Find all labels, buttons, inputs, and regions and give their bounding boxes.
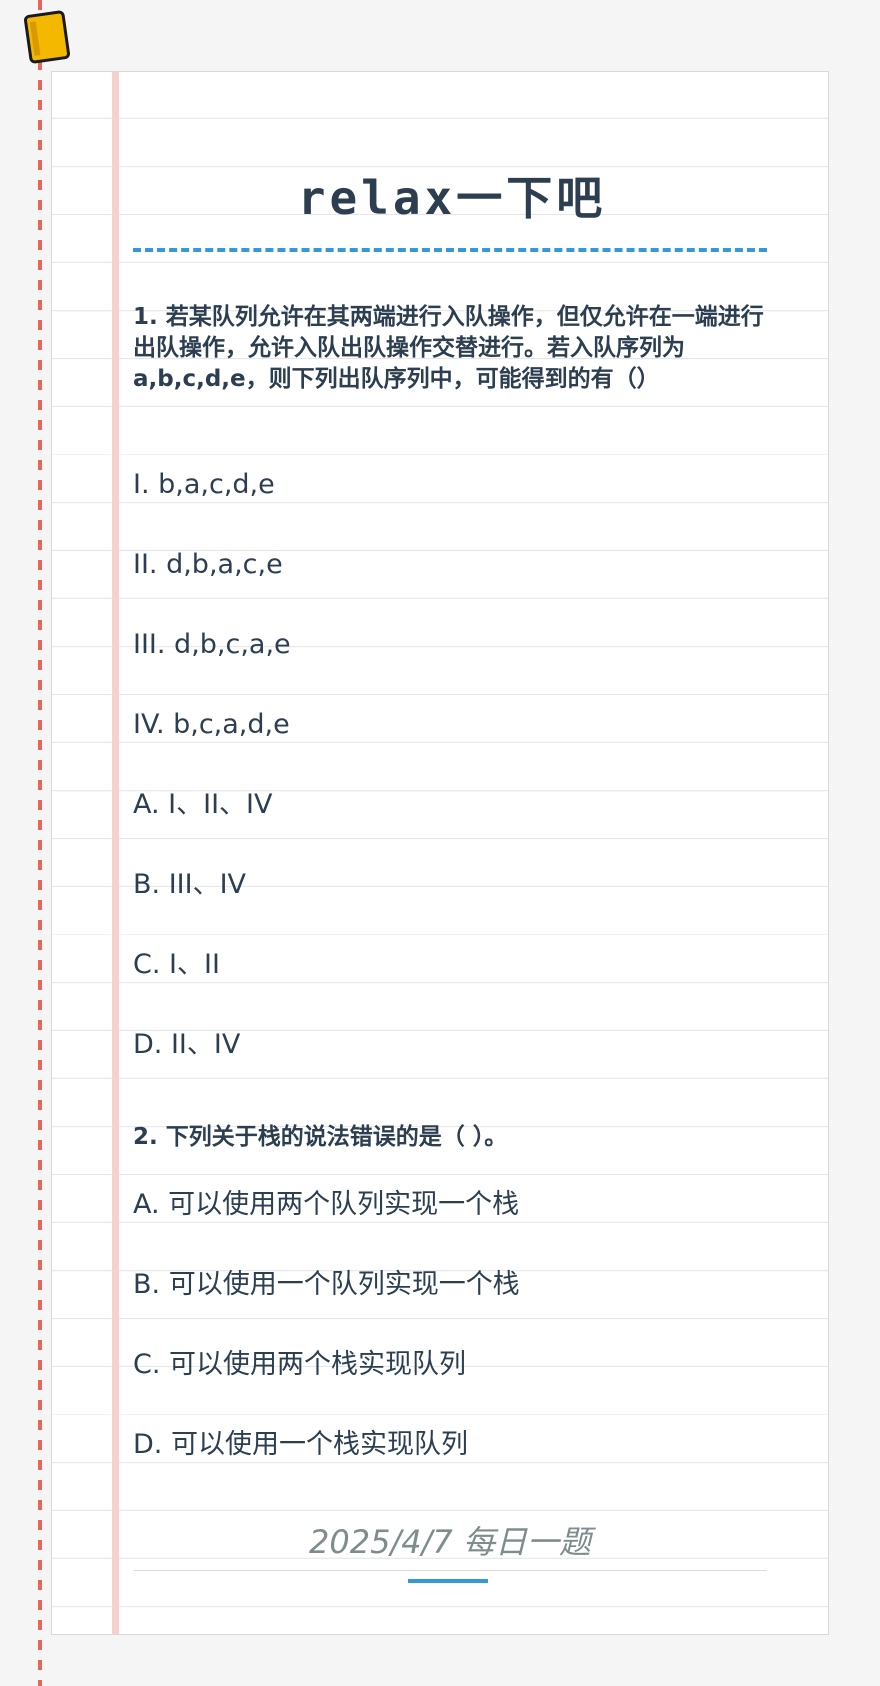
- question-1-option-3[interactable]: III. d,b,c,a,e: [133, 627, 767, 663]
- question-2-title: 2. 下列关于栈的说法错误的是（ ）。: [133, 1124, 508, 1150]
- footer-accent-bar: [408, 1579, 488, 1583]
- margin-line: [112, 72, 119, 1634]
- question-1-choice-a[interactable]: A. I、II、IV: [133, 787, 767, 823]
- question-2-choice-b[interactable]: B. 可以使用一个队列实现一个栈: [133, 1267, 767, 1303]
- footer-divider: [133, 1570, 767, 1571]
- question-1-choice-c[interactable]: C. I、II: [133, 947, 767, 983]
- question-1-title: 1. 若某队列允许在其两端进行入队操作，但仅允许在一端进行出队操作，允许入队出队…: [133, 304, 764, 392]
- question-2-choice-d[interactable]: D. 可以使用一个栈实现队列: [133, 1427, 767, 1463]
- notebook-paper: relax一下吧 1. 若某队列允许在其两端进行入队操作，但仅允许在一端进行出队…: [51, 71, 829, 1635]
- footer-date: 2025/4/7 每日一题: [309, 1523, 591, 1561]
- title-underline: [133, 248, 767, 252]
- left-dashed-border: [38, 0, 42, 1686]
- notebook-icon: [24, 10, 70, 64]
- question-2-choice-c[interactable]: C. 可以使用两个栈实现队列: [133, 1347, 767, 1383]
- page-title: relax一下吧: [297, 171, 607, 225]
- question-1-choice-d[interactable]: D. II、IV: [133, 1027, 767, 1063]
- question-2-choice-a[interactable]: A. 可以使用两个队列实现一个栈: [133, 1187, 767, 1223]
- question-1-option-2[interactable]: II. d,b,a,c,e: [133, 547, 767, 583]
- question-1-choice-b[interactable]: B. III、IV: [133, 867, 767, 903]
- question-1-option-4[interactable]: IV. b,c,a,d,e: [133, 707, 767, 743]
- question-1-option-1[interactable]: I. b,a,c,d,e: [133, 467, 767, 503]
